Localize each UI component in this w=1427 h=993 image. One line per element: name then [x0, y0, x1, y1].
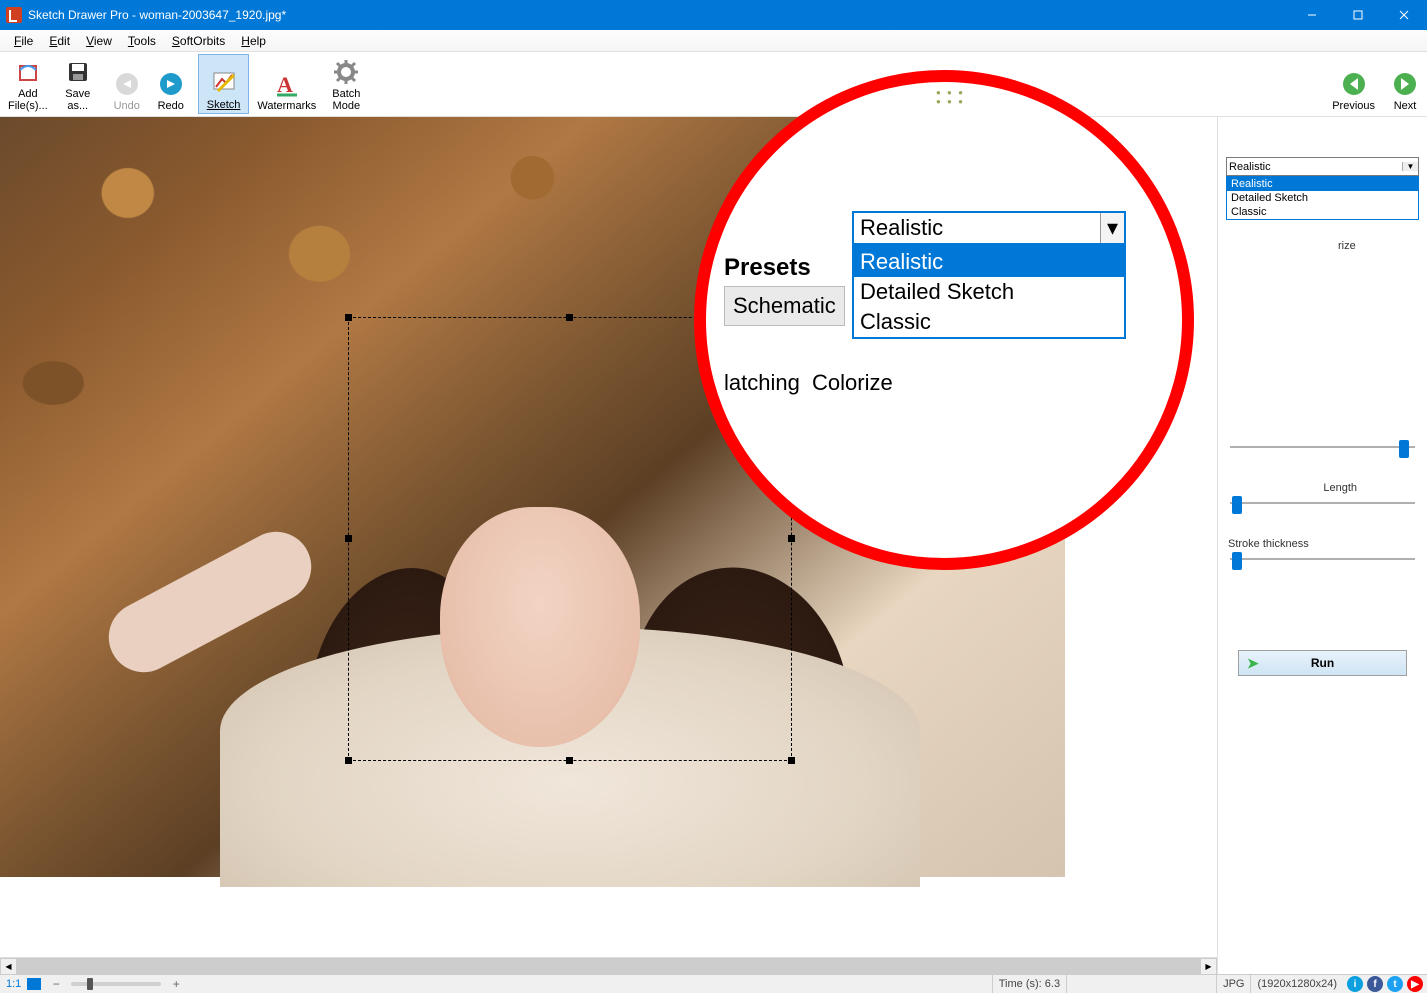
next-label: Next: [1394, 100, 1417, 112]
fit-to-screen-icon[interactable]: [27, 978, 41, 990]
menu-softorbits[interactable]: SoftOrbits: [164, 32, 233, 50]
menu-bar: File Edit View Tools SoftOrbits Help: [0, 30, 1427, 52]
resize-handle-mr[interactable]: [788, 535, 795, 542]
watermarks-button[interactable]: A Watermarks: [249, 54, 324, 114]
anno-presets-label: Presets: [724, 254, 811, 282]
status-dimensions: (1920x1280x24): [1250, 975, 1343, 993]
anno-option-detailed[interactable]: Detailed Sketch: [854, 277, 1124, 307]
length-label: Length: [1228, 482, 1417, 494]
thickness-slider[interactable]: [1230, 558, 1415, 560]
add-files-button[interactable]: Add File(s)...: [0, 54, 56, 114]
redo-label: Redo: [158, 100, 184, 112]
add-files-label: Add File(s)...: [8, 88, 48, 112]
social-links: i f t ▶: [1343, 976, 1427, 992]
anno-dropdown-button[interactable]: ▾: [1100, 213, 1124, 243]
status-time: Time (s): 6.3: [992, 975, 1066, 993]
resize-handle-tl[interactable]: [345, 314, 352, 321]
arrow-right-icon: [1391, 70, 1419, 98]
thickness-label: Stroke thickness: [1228, 538, 1417, 550]
add-files-icon: [14, 58, 42, 86]
style-select-value: Realistic: [1229, 161, 1271, 173]
side-panel: Realistic ▼ Realistic Detailed Sketch Cl…: [1217, 117, 1427, 974]
anno-style-list[interactable]: Realistic Detailed Sketch Classic: [852, 245, 1126, 339]
close-button[interactable]: [1381, 0, 1427, 30]
zoom-out-button[interactable]: −: [49, 977, 63, 991]
twitter-icon[interactable]: t: [1387, 976, 1403, 992]
horizontal-scrollbar[interactable]: ◀ ▶: [0, 957, 1217, 974]
style-option-classic[interactable]: Classic: [1227, 205, 1418, 219]
panel-grip-icon: ● ● ●● ● ●: [936, 88, 965, 106]
previous-label: Previous: [1332, 100, 1375, 112]
zoom-in-button[interactable]: +: [169, 977, 183, 991]
window-title: Sketch Drawer Pro - woman-2003647_1920.j…: [28, 8, 1289, 22]
zoom-slider[interactable]: [71, 982, 161, 986]
minimize-button[interactable]: [1289, 0, 1335, 30]
menu-file[interactable]: File: [6, 32, 41, 50]
anno-style-select[interactable]: Realistic ▾: [852, 211, 1126, 245]
menu-edit[interactable]: Edit: [41, 32, 78, 50]
save-icon: [64, 58, 92, 86]
style-select[interactable]: Realistic ▼: [1226, 157, 1419, 176]
resize-handle-bl[interactable]: [345, 757, 352, 764]
batch-mode-button[interactable]: Batch Mode: [324, 54, 368, 114]
batch-mode-label: Batch Mode: [332, 88, 360, 112]
length-slider[interactable]: [1230, 502, 1415, 504]
dropdown-arrow-icon: ▼: [1402, 162, 1418, 171]
scroll-left-button[interactable]: ◀: [0, 958, 17, 974]
redo-button[interactable]: Redo: [149, 54, 193, 114]
anno-option-realistic[interactable]: Realistic: [854, 247, 1124, 277]
slider-generic[interactable]: [1230, 446, 1415, 448]
anno-option-classic[interactable]: Classic: [854, 307, 1124, 337]
resize-handle-tm[interactable]: [566, 314, 573, 321]
menu-help[interactable]: Help: [233, 32, 274, 50]
scroll-right-button[interactable]: ▶: [1200, 958, 1217, 974]
colorize-label-partial: rize: [1338, 240, 1356, 252]
style-dropdown-list[interactable]: Realistic Detailed Sketch Classic: [1226, 176, 1419, 220]
resize-handle-ml[interactable]: [345, 535, 352, 542]
style-option-detailed[interactable]: Detailed Sketch: [1227, 191, 1418, 205]
status-blank: [1066, 975, 1216, 993]
status-format: JPG: [1216, 975, 1250, 993]
annotation-magnifier: ● ● ●● ● ● Realistic ▾ Realistic Detaile…: [694, 70, 1194, 570]
menu-tools[interactable]: Tools: [120, 32, 164, 50]
resize-handle-br[interactable]: [788, 757, 795, 764]
redo-icon: [157, 70, 185, 98]
save-as-button[interactable]: Save as...: [56, 54, 100, 114]
run-label: Run: [1311, 656, 1334, 670]
previous-button[interactable]: Previous: [1324, 54, 1383, 114]
undo-icon: [113, 70, 141, 98]
watermarks-icon: A: [273, 70, 301, 98]
menu-view[interactable]: View: [78, 32, 120, 50]
app-icon: [6, 7, 22, 23]
play-icon: ➤: [1247, 655, 1259, 672]
status-bar: 1:1 − + Time (s): 6.3 JPG (1920x1280x24)…: [0, 974, 1427, 993]
undo-button[interactable]: Undo: [105, 54, 149, 114]
zoom-ratio[interactable]: 1:1: [0, 978, 27, 990]
maximize-button[interactable]: [1335, 0, 1381, 30]
anno-style-value: Realistic: [854, 213, 1100, 243]
save-as-label: Save as...: [65, 88, 90, 112]
gear-icon: [332, 58, 360, 86]
toolbar: Add File(s)... Save as... Undo Redo Sket…: [0, 52, 1427, 117]
youtube-icon[interactable]: ▶: [1407, 976, 1423, 992]
title-bar: Sketch Drawer Pro - woman-2003647_1920.j…: [0, 0, 1427, 30]
facebook-icon[interactable]: f: [1367, 976, 1383, 992]
sketch-icon: [210, 69, 238, 97]
sketch-label: Sketch: [207, 99, 241, 111]
arrow-left-icon: [1340, 70, 1368, 98]
style-option-realistic[interactable]: Realistic: [1227, 177, 1418, 191]
anno-hatching-tab[interactable]: latching: [724, 370, 800, 396]
watermarks-label: Watermarks: [257, 100, 316, 112]
sketch-button[interactable]: Sketch: [198, 54, 250, 114]
run-button[interactable]: ➤ Run: [1238, 650, 1407, 676]
anno-schematic-button[interactable]: Schematic: [724, 286, 845, 326]
undo-label: Undo: [114, 100, 140, 112]
anno-colorize-tab[interactable]: Colorize: [812, 370, 893, 396]
svg-text:A: A: [277, 72, 293, 97]
info-icon[interactable]: i: [1347, 976, 1363, 992]
next-button[interactable]: Next: [1383, 54, 1427, 114]
resize-handle-bm[interactable]: [566, 757, 573, 764]
